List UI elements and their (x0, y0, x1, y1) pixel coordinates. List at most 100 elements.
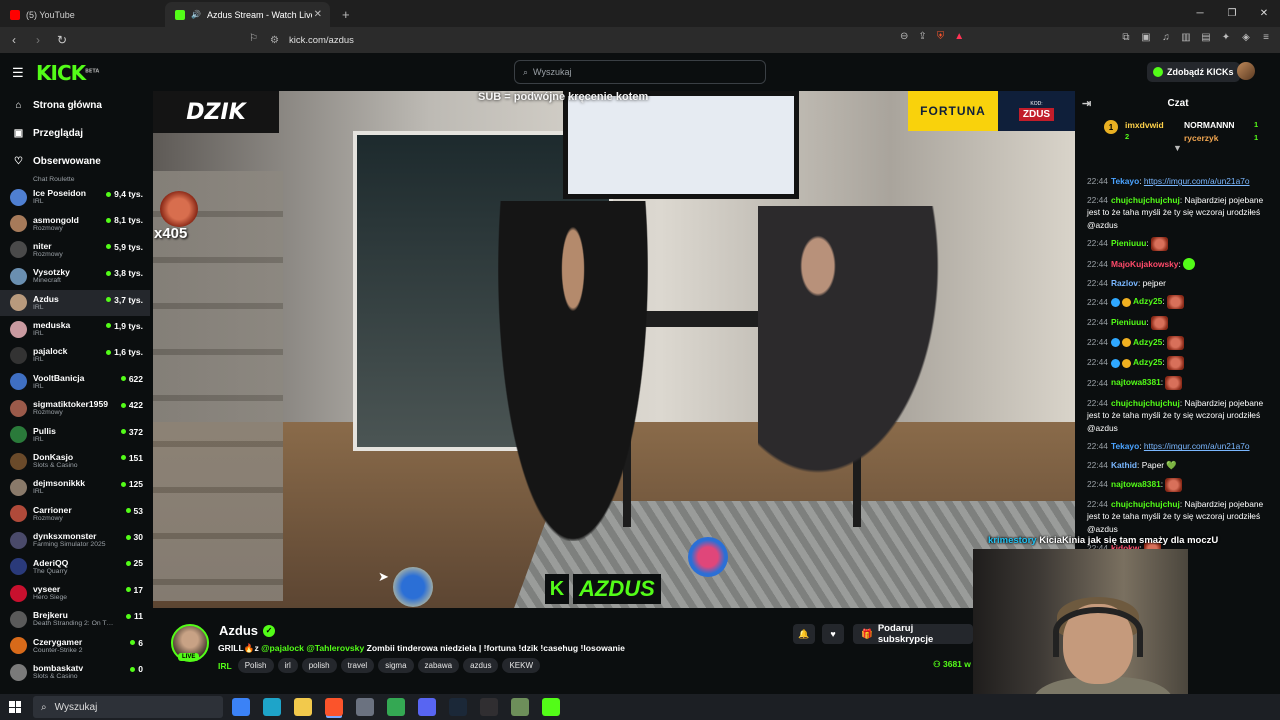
tag[interactable]: KEKW (502, 658, 541, 673)
back-icon[interactable]: ‹ (4, 33, 24, 47)
chat-username[interactable]: Adzy25 (1133, 297, 1162, 307)
chat-username[interactable]: najtowa8381 (1111, 479, 1161, 489)
leader-user[interactable]: imxdvwid (1125, 120, 1164, 130)
chat-link[interactable]: https://imgur.com/a/un21a7o (1144, 176, 1250, 186)
video-player[interactable]: DZIK SUB = podwójne kręcenie kotem FORTU… (153, 91, 1075, 608)
extensions-icon[interactable]: ⧉ (1120, 31, 1132, 43)
sidebar-channel[interactable]: Azdus IRL 3,7 tys. (0, 289, 150, 316)
sidebar-channel[interactable]: dejmsonikkk IRL 125 (0, 474, 150, 500)
brave-rewards-icon[interactable]: ▲ (954, 31, 964, 42)
tag[interactable]: zabawa (417, 658, 460, 673)
collapse-chat-icon[interactable]: ⇥ (1082, 97, 1091, 110)
chat-username[interactable]: Pieniuuu (1111, 317, 1146, 327)
screenshot-icon[interactable]: ▣ (1140, 31, 1152, 43)
leo-icon[interactable]: ✦ (1220, 31, 1232, 43)
tab-youtube[interactable]: (5) YouTube (0, 2, 165, 27)
file-explorer-icon[interactable] (294, 698, 312, 716)
sidebar-channel[interactable]: Ice Poseidon IRL 9,4 tys. (0, 184, 150, 210)
chat-username[interactable]: MajoKujakowsky (1111, 259, 1179, 269)
kick-logo[interactable]: KICKBETA (36, 61, 99, 85)
sidebar-channel[interactable]: VooltBanicja IRL 622 (0, 369, 150, 395)
get-kicks-button[interactable]: Zdobądź KICKs (1147, 62, 1240, 82)
nav-home[interactable]: ⌂ Strona główna (0, 91, 150, 119)
sidebar-channel[interactable]: niter Rozmowy 5,9 tys. (0, 237, 150, 263)
sidebar-channel[interactable]: dynksxmonster Farming Simulator 2025 30 (0, 527, 150, 553)
bookmark-icon[interactable]: ⚐ (249, 33, 258, 44)
sidebar-channel[interactable]: Brejkeru Death Stranding 2: On T… 11 (0, 606, 150, 632)
close-tab-icon[interactable]: ✕ (314, 9, 322, 20)
tag[interactable]: polish (301, 658, 337, 673)
leader-user[interactable]: rycerzyk (1184, 133, 1219, 143)
chat-username[interactable]: Kathid (1111, 460, 1137, 470)
vpn-icon[interactable]: ◈ (1240, 31, 1252, 43)
obs-icon[interactable] (480, 698, 498, 716)
sidebar-channel[interactable]: Czerygamer Counter-Strike 2 6 (0, 633, 150, 659)
forward-icon[interactable]: › (28, 33, 48, 47)
chat-username[interactable]: Pieniuuu (1111, 238, 1146, 248)
sidebar-channel[interactable]: pajalock IRL 1,6 tys. (0, 342, 150, 368)
chat-username[interactable]: chujchujchujchuj (1111, 195, 1180, 205)
chrome-icon[interactable] (387, 698, 405, 716)
reload-icon[interactable]: ↻ (52, 33, 72, 47)
app-icon[interactable] (511, 698, 529, 716)
stream-category[interactable]: IRL (218, 661, 232, 671)
sidebar-channel[interactable]: Carrioner Rozmowy 53 (0, 501, 150, 527)
hamburger-menu-icon[interactable]: ☰ (12, 65, 24, 81)
pin-icon[interactable]: ▼ (1173, 143, 1182, 153)
sidebar-channel[interactable]: Pullis IRL 372 (0, 422, 150, 448)
edge-icon[interactable] (263, 698, 281, 716)
streamer-name[interactable]: Azdus ✓ (219, 623, 275, 638)
brave-shield-icon[interactable]: ⛨ (937, 31, 945, 42)
nav-following[interactable]: ♡ Obserwowane (0, 147, 150, 175)
chat-username[interactable]: Tekayo (1111, 441, 1139, 451)
chat-link[interactable]: https://imgur.com/a/un21a7o (1144, 441, 1250, 451)
sidebar-channel[interactable]: sigmatiktoker1959 Rozmowy 422 (0, 395, 150, 421)
tag[interactable]: azdus (463, 658, 499, 673)
minimize-icon[interactable]: ─ (1184, 0, 1216, 27)
url-field[interactable]: ⚙ kick.com/azdus (270, 30, 990, 50)
brave-icon[interactable] (325, 698, 343, 716)
restore-icon[interactable]: ❐ (1216, 0, 1248, 27)
sidebar-channel[interactable]: bombaskatv Slots & Casino 0 (0, 659, 150, 685)
tab-kick[interactable]: 🔊 Azdus Stream - Watch Live o ✕ (165, 2, 330, 27)
sidebar-channel[interactable]: asmongold Rozmowy 8,1 tys. (0, 210, 150, 236)
chat-username[interactable]: Razlov (1111, 278, 1138, 288)
tag[interactable]: sigma (378, 658, 414, 673)
menu-icon[interactable]: ≡ (1260, 31, 1272, 43)
chat-username[interactable]: chujchujchujchuj (1111, 499, 1180, 509)
sidebar-channel[interactable]: DonKasjo Slots & Casino 151 (0, 448, 150, 474)
chat-username[interactable]: Tekayo (1111, 176, 1139, 186)
store-icon[interactable] (356, 698, 374, 716)
close-window-icon[interactable]: ✕ (1248, 0, 1280, 27)
task-view-icon[interactable] (232, 698, 250, 716)
sidebar-channel[interactable]: vyseer Hero Siege 17 (0, 580, 150, 606)
media-icon[interactable]: ♫ (1160, 31, 1172, 43)
windows-start-icon[interactable] (9, 701, 21, 713)
speaker-icon[interactable]: 🔊 (191, 10, 201, 19)
notification-bell-button[interactable]: 🔔 (793, 624, 815, 644)
sidebar-icon[interactable]: ▥ (1180, 31, 1192, 43)
taskbar-search[interactable]: ⌕ Wyszukaj (33, 696, 223, 718)
gift-subs-button[interactable]: 🎁 Podaruj subskrypcje (853, 623, 973, 645)
tag[interactable]: Polish (237, 658, 274, 673)
share-icon[interactable]: ⇪ (918, 31, 926, 42)
follow-button[interactable]: ♥ (822, 624, 844, 644)
kick-app-icon[interactable] (542, 698, 560, 716)
chat-username[interactable]: najtowa8381 (1111, 378, 1161, 388)
chat-username[interactable]: Adzy25 (1133, 357, 1162, 367)
discord-icon[interactable] (418, 698, 436, 716)
leader-user[interactable]: NORMANNN (1184, 120, 1235, 130)
nav-browse[interactable]: ▣ Przeglądaj (0, 119, 150, 147)
sidebar-channel[interactable]: meduska IRL 1,9 tys. (0, 316, 150, 342)
sidebar-channel[interactable]: AderiQQ The Quarry 25 (0, 553, 150, 579)
wallet-icon[interactable]: ▤ (1200, 31, 1212, 43)
tag[interactable]: travel (340, 658, 375, 673)
new-tab-button[interactable]: + (330, 2, 362, 27)
site-info-icon[interactable]: ⚙ (270, 35, 279, 46)
search-input[interactable]: ⌕ Wyszukaj (514, 60, 766, 84)
steam-icon[interactable] (449, 698, 467, 716)
sidebar-channel[interactable]: Vysotzky Minecraft 3,8 tys. (0, 263, 150, 289)
zoom-icon[interactable]: ⊖ (900, 31, 908, 42)
user-avatar[interactable] (1237, 62, 1255, 80)
chat-username[interactable]: Adzy25 (1133, 337, 1162, 347)
